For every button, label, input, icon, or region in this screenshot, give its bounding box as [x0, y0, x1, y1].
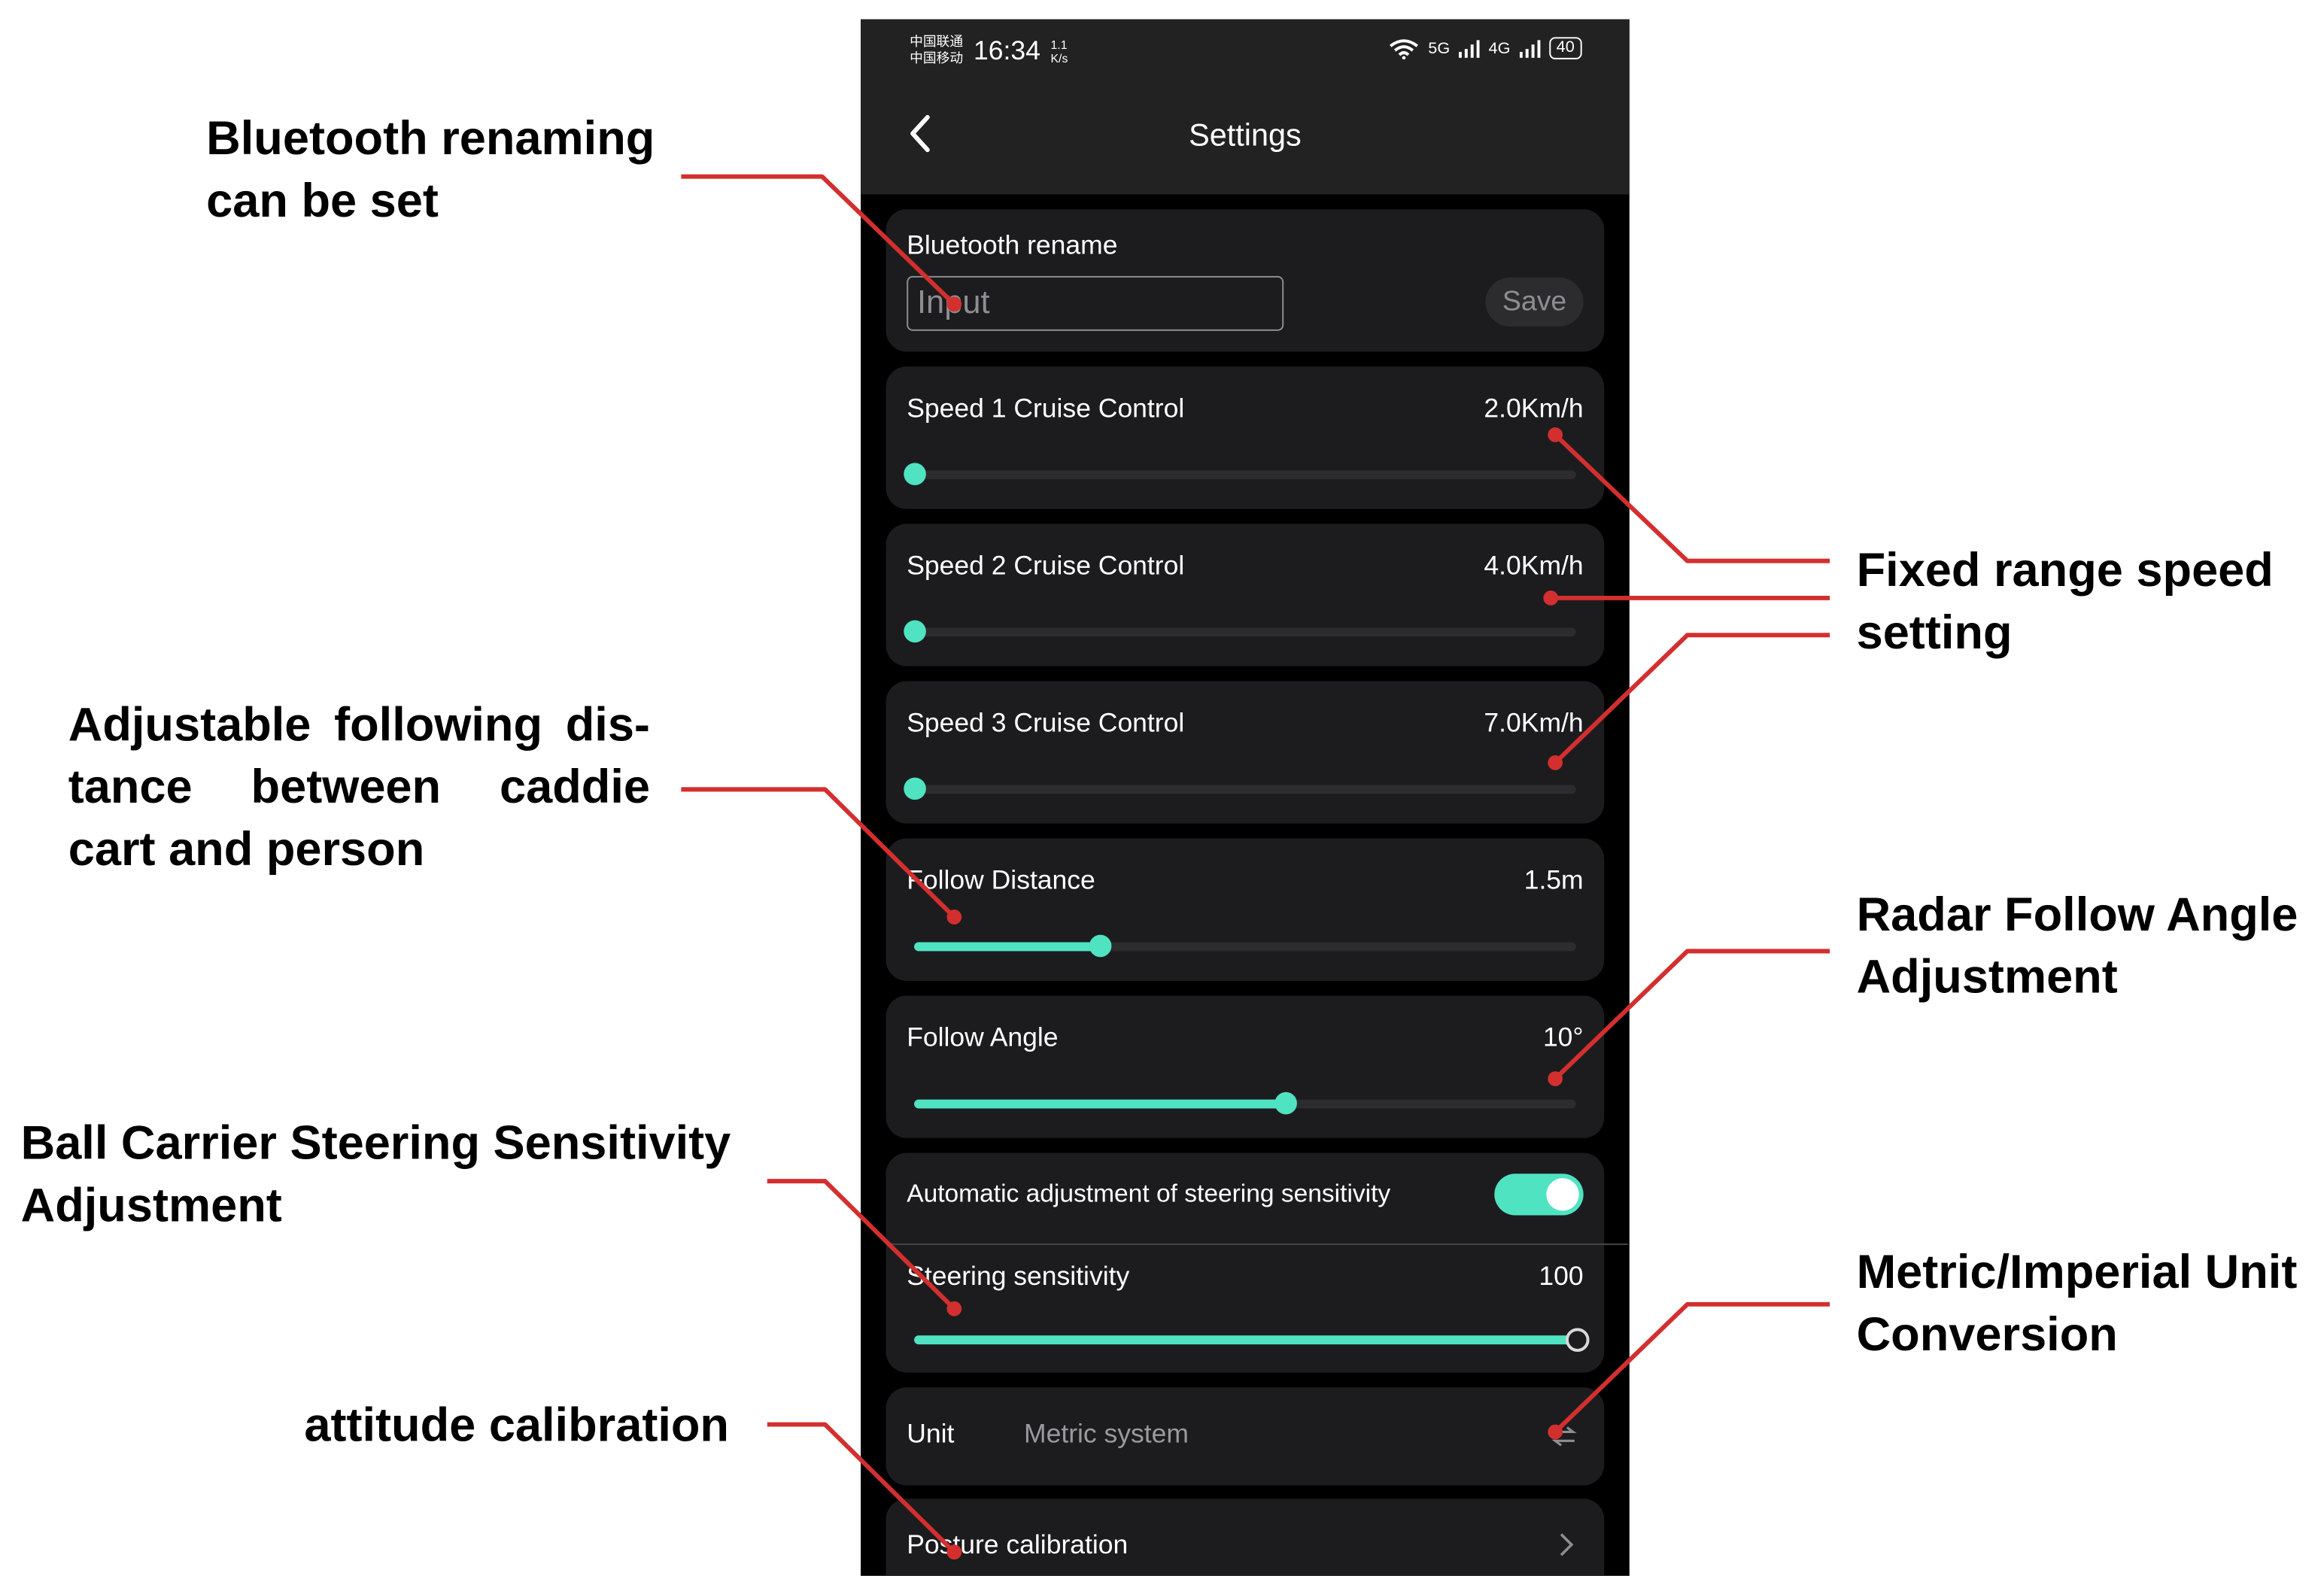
slider-knob[interactable] [1274, 1092, 1297, 1115]
follow-angle-card: Follow Angle 10° [886, 995, 1605, 1138]
unit-card[interactable]: Unit Metric system [886, 1387, 1605, 1486]
speed-3-value: 7.0Km/h [1484, 707, 1584, 738]
follow-distance-slider[interactable] [914, 934, 1576, 958]
speed-2-value: 4.0Km/h [1484, 550, 1584, 581]
save-button[interactable]: Save [1485, 277, 1584, 326]
follow-distance-value: 1.5m [1524, 864, 1584, 895]
speed-3-label: Speed 3 Cruise Control [907, 707, 1185, 738]
carrier-1: 中国联通 [910, 34, 964, 50]
follow-distance-card: Follow Distance 1.5m [886, 838, 1605, 981]
status-time: 16:34 [973, 35, 1040, 65]
annotation-steering: Ball Carrier Steering Sensitivity Adjust… [20, 1116, 731, 1232]
network-speed: 1.1 K/s [1051, 38, 1068, 65]
posture-label: Posture calibration [907, 1529, 1129, 1560]
swap-icon[interactable] [1551, 1426, 1578, 1447]
unit-value: Metric system [1024, 1418, 1189, 1449]
auto-steering-label: Automatic adjustment of steering sensiti… [907, 1180, 1391, 1208]
carrier-labels: 中国联通 中国移动 [910, 34, 963, 66]
steering-sensitivity-slider[interactable] [914, 1328, 1590, 1352]
follow-angle-value: 10° [1542, 1022, 1584, 1052]
toggle-knob [1546, 1178, 1579, 1211]
slider-fill [914, 1335, 1576, 1345]
signal-bars-icon [1519, 39, 1540, 57]
speed-3-slider[interactable] [904, 777, 1576, 800]
battery-indicator: 40 [1548, 37, 1582, 59]
steering-sensitivity-label: Steering sensitivity [907, 1261, 1130, 1292]
speed-3-card: Speed 3 Cruise Control 7.0Km/h [886, 681, 1605, 824]
annotation-speed: Fixed range speed setting [1856, 542, 2274, 659]
network-speed-unit: K/s [1050, 52, 1068, 65]
slider-knob[interactable] [904, 463, 926, 486]
speed-2-card: Speed 2 Cruise Control 4.0Km/h [886, 524, 1605, 667]
steering-card: Automatic adjustment of steering sensiti… [886, 1152, 1628, 1373]
annotation-attitude: attitude calibration [304, 1398, 729, 1452]
slider-knob[interactable] [904, 777, 926, 800]
signal-5g: 5G [1428, 39, 1451, 57]
slider-fill [914, 1099, 1285, 1109]
wifi-icon [1390, 38, 1419, 59]
unit-label: Unit [907, 1418, 955, 1449]
input-placeholder: Input [917, 283, 990, 321]
chevron-right-icon[interactable] [1557, 1532, 1575, 1559]
slider-knob[interactable] [1565, 1328, 1590, 1352]
posture-card[interactable]: Posture calibration [886, 1499, 1605, 1576]
status-icons: 5G 4G 40 [1390, 37, 1582, 59]
signal-bars-icon [1459, 39, 1480, 57]
steering-sensitivity-value: 100 [1539, 1261, 1584, 1292]
speed-1-slider[interactable] [904, 463, 1576, 486]
annotated-screenshot: Bluetooth renaming can be set Fixed rang… [0, 0, 2324, 1576]
speed-2-label: Speed 2 Cruise Control [907, 550, 1185, 581]
slider-knob[interactable] [904, 620, 926, 643]
follow-angle-label: Follow Angle [907, 1022, 1059, 1052]
page-title: Settings [1189, 118, 1302, 153]
annotation-unit: Metric/Imperial Unit Conversion [1856, 1244, 2298, 1361]
speed-2-slider[interactable] [904, 620, 1576, 643]
speed-1-value: 2.0Km/h [1484, 393, 1584, 424]
annotation-angle: Radar Follow Angle Adjustment [1856, 887, 2298, 1004]
annotation-bluetooth: Bluetooth renaming can be set [206, 111, 655, 227]
bluetooth-label: Bluetooth rename [907, 229, 1118, 260]
speed-1-card: Speed 1 Cruise Control 2.0Km/h [886, 366, 1605, 509]
carrier-2: 中国移动 [910, 50, 964, 65]
speed-1-label: Speed 1 Cruise Control [907, 393, 1185, 424]
top-bar: 中国联通 中国移动 16:34 1.1 K/s 5G 4G 40 Setting… [861, 19, 1630, 195]
network-speed-value: 1.1 [1050, 38, 1068, 53]
bluetooth-name-input[interactable]: Input [907, 275, 1284, 331]
signal-4g: 4G [1488, 39, 1511, 57]
divider [886, 1243, 1628, 1245]
follow-distance-label: Follow Distance [907, 864, 1095, 895]
follow-angle-slider[interactable] [914, 1092, 1576, 1115]
slider-fill [914, 942, 1100, 952]
annotation-distance: Adjustable following dis- tance between … [68, 697, 650, 876]
phone-screen: 中国联通 中国移动 16:34 1.1 K/s 5G 4G 40 Setting… [861, 19, 1630, 1576]
bluetooth-card: Bluetooth rename Input Save [886, 209, 1605, 352]
auto-steering-toggle[interactable] [1494, 1174, 1584, 1216]
status-bar: 中国联通 中国移动 16:34 1.1 K/s 5G 4G 40 [861, 20, 1630, 87]
slider-knob[interactable] [1089, 934, 1112, 958]
